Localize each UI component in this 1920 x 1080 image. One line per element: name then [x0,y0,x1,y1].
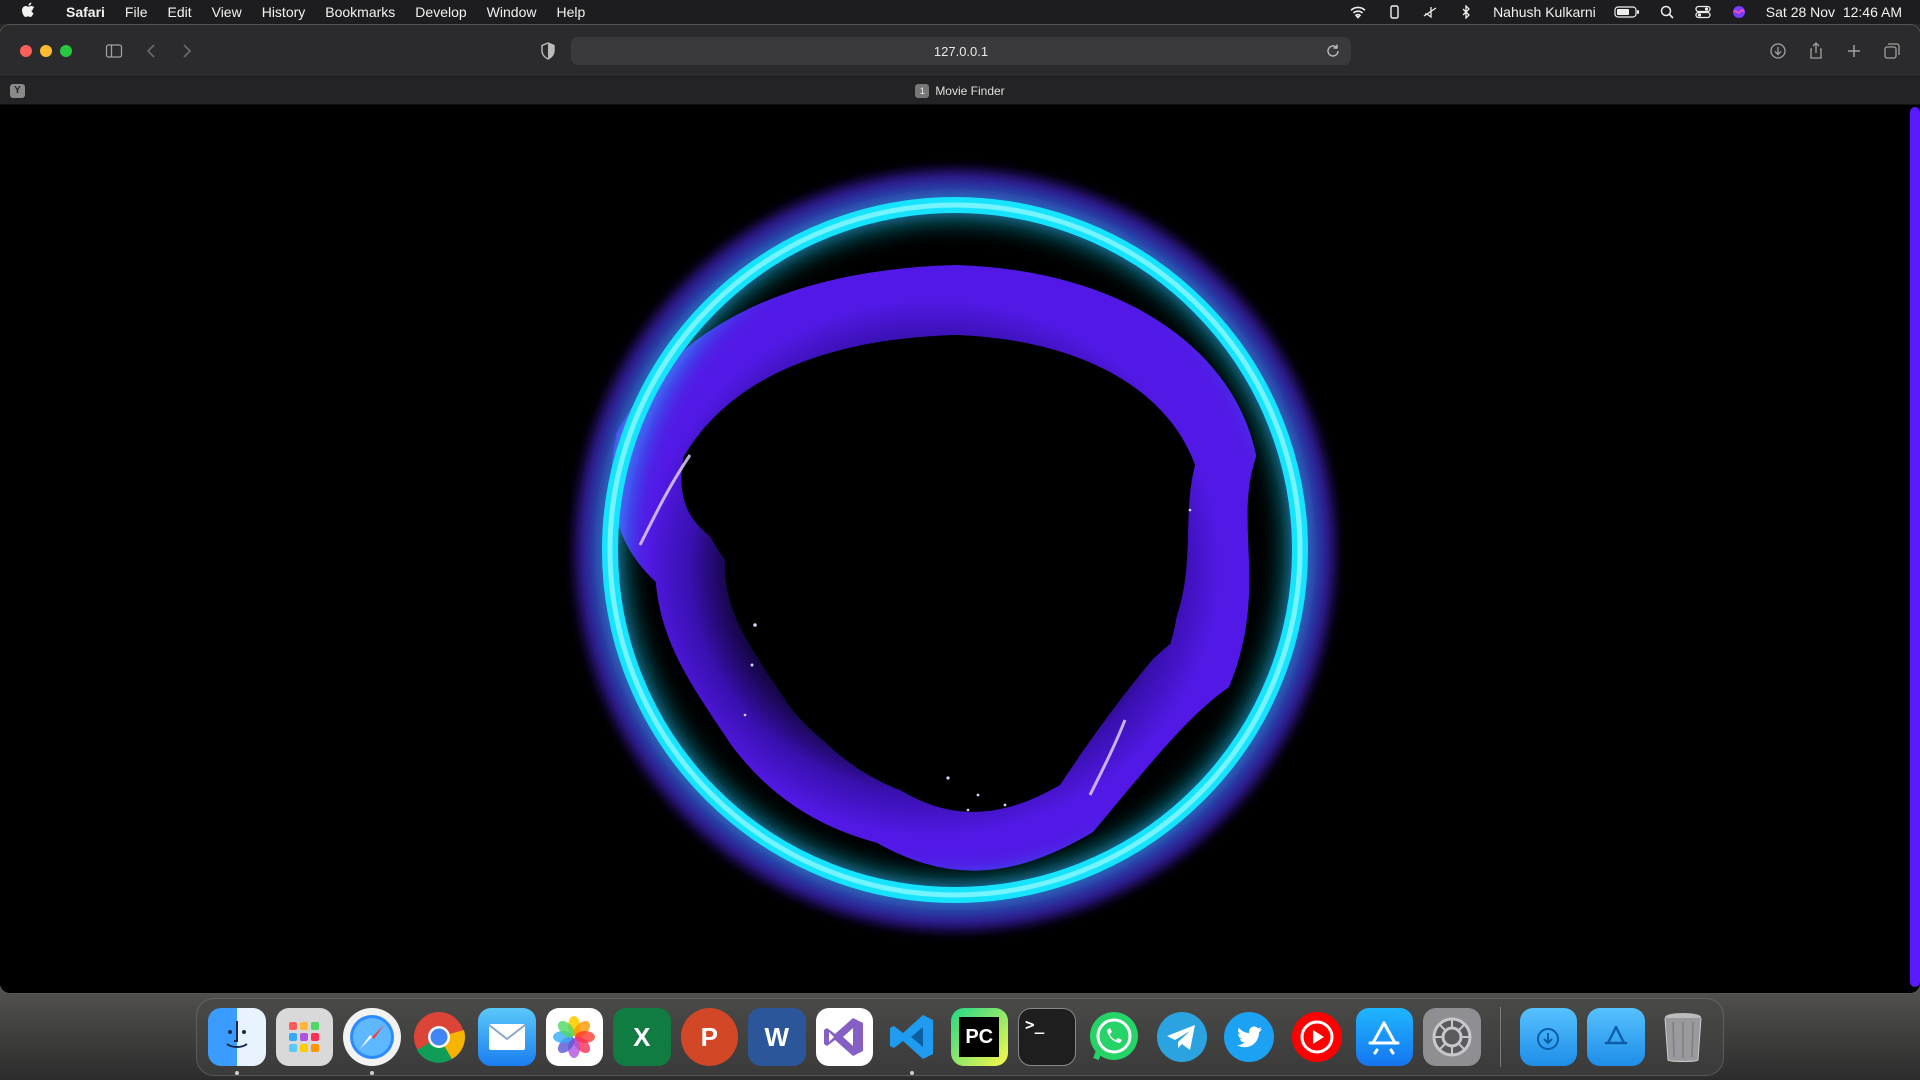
pinned-tab[interactable]: Y [10,84,25,98]
sidebar-toggle-icon[interactable] [100,37,128,65]
forward-chevron-icon[interactable] [172,37,200,65]
user-name[interactable]: Nahush Kulkarni [1493,4,1596,20]
applications-folder-icon[interactable] [1587,1008,1645,1066]
back-chevron-icon[interactable] [138,37,166,65]
menu-history[interactable]: History [252,0,316,24]
phone-icon[interactable] [1385,5,1403,19]
tab-title: Movie Finder [935,83,1005,98]
menu-help[interactable]: Help [546,0,595,24]
tab-bar: Y 1 Movie Finder [0,77,1920,105]
excel-glyph: X [633,1021,651,1052]
spotlight-search-icon[interactable] [1658,5,1676,19]
pycharm-glyph: PC [965,1025,994,1048]
running-indicator [370,1071,374,1075]
terminal-icon[interactable]: >_ [1018,1008,1076,1066]
url-text: 127.0.0.1 [933,43,989,59]
menu-app-safari[interactable]: Safari [56,0,115,24]
reload-icon[interactable] [1325,43,1341,59]
running-indicator [910,1071,914,1075]
date-time[interactable]: Sat 28 Nov 12:46 AM [1766,4,1902,20]
safari-toolbar: 127.0.0.1 [0,25,1920,77]
terminal-glyph: >_ [1025,1015,1045,1034]
apple-menu-icon[interactable] [0,2,56,23]
telegram-icon[interactable] [1153,1008,1211,1066]
tab-movie-finder[interactable]: 1 Movie Finder [915,83,1005,98]
safari-icon[interactable] [343,1008,401,1075]
system-preferences-icon[interactable] [1423,1008,1481,1066]
siri-icon[interactable] [1730,5,1748,19]
launchpad-icon[interactable] [275,1008,333,1066]
privacy-shield-icon[interactable] [538,41,558,61]
menu-view[interactable]: View [202,0,252,24]
pycharm-icon[interactable]: PC [950,1008,1008,1066]
close-window-button[interactable] [20,44,32,57]
powerpoint-glyph: P [700,1021,718,1052]
battery-icon[interactable] [1614,5,1640,19]
app-store-icon[interactable] [1355,1008,1414,1066]
page-scrollbar[interactable] [1910,107,1920,987]
window-controls [0,44,72,57]
mute-icon[interactable] [1421,5,1439,19]
dock-separator [1499,1007,1501,1067]
zoom-window-button[interactable] [60,44,72,57]
downloads-icon[interactable] [1764,37,1792,65]
word-icon[interactable]: W [748,1008,806,1066]
menu-window[interactable]: Window [477,0,547,24]
finder-icon[interactable] [208,1008,266,1075]
vscode-icon[interactable] [883,1008,941,1075]
visual-studio-icon[interactable] [815,1008,873,1066]
twitter-icon[interactable] [1221,1008,1279,1066]
menu-edit[interactable]: Edit [157,0,201,24]
mail-icon[interactable] [478,1008,536,1066]
word-glyph: W [764,1021,790,1052]
wifi-icon[interactable] [1349,5,1367,19]
running-indicator [235,1071,239,1075]
tab-overview-icon[interactable] [1878,37,1906,65]
dock: X P W PC >_ [196,998,1724,1076]
menu-file[interactable]: File [115,0,158,24]
menu-develop[interactable]: Develop [405,0,476,24]
chrome-icon[interactable] [411,1008,469,1066]
address-bar[interactable]: 127.0.0.1 [571,37,1351,65]
bluetooth-icon[interactable] [1457,5,1475,19]
tab-favicon: 1 [915,83,930,98]
page-content [0,105,1920,992]
menu-bar: Safari File Edit View History Bookmarks … [0,0,1920,24]
minimize-window-button[interactable] [40,44,52,57]
glowing-ring-animation [575,170,1335,930]
toolbar-right-actions [1764,37,1906,65]
trash-icon[interactable] [1655,1008,1713,1066]
youtube-icon[interactable] [1288,1008,1346,1066]
new-tab-plus-icon[interactable] [1840,37,1868,65]
menu-bookmarks[interactable]: Bookmarks [315,0,405,24]
powerpoint-icon[interactable]: P [680,1008,738,1066]
control-center-icon[interactable] [1694,5,1712,19]
excel-icon[interactable]: X [613,1008,671,1066]
whatsapp-icon[interactable] [1086,1008,1144,1066]
downloads-folder-icon[interactable] [1519,1008,1578,1066]
safari-window: 127.0.0.1 Y 1 Movie Finder [0,25,1920,993]
share-icon[interactable] [1802,37,1830,65]
photos-icon[interactable] [545,1008,603,1066]
